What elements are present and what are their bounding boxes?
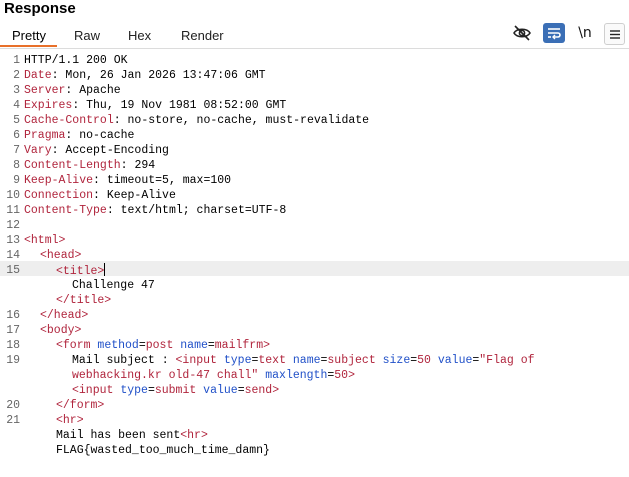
line-number: 8 bbox=[13, 159, 20, 172]
title-open-tag: <title> bbox=[56, 265, 105, 278]
line-number: 3 bbox=[13, 84, 20, 97]
header-key: Vary bbox=[24, 144, 52, 157]
html-open-tag: <html> bbox=[24, 234, 66, 247]
header-line: Expires: Thu, 19 Nov 1981 08:52:00 GMT bbox=[24, 99, 287, 112]
line-number: 10 bbox=[6, 189, 20, 202]
panel-title: Response bbox=[4, 0, 76, 17]
header-key: Content-Type bbox=[24, 204, 107, 217]
active-tab-indicator bbox=[0, 45, 57, 47]
line-number: 21 bbox=[6, 414, 20, 427]
header-key: Content-Length bbox=[24, 159, 121, 172]
hamburger-menu-icon[interactable] bbox=[604, 23, 625, 45]
header-line: Content-Length: 294 bbox=[24, 159, 156, 172]
header-key: Expires bbox=[24, 99, 73, 112]
input-subject-line: Mail subject : <input type=text name=sub… bbox=[72, 354, 535, 367]
header-value: no-store, no-cache, must-revalidate bbox=[127, 114, 370, 127]
line-number: 16 bbox=[6, 309, 20, 322]
line-number: 15 bbox=[6, 264, 20, 277]
header-line: Keep-Alive: timeout=5, max=100 bbox=[24, 174, 232, 187]
header-line: Cache-Control: no-store, no-cache, must-… bbox=[24, 114, 370, 127]
header-line: Connection: Keep-Alive bbox=[24, 189, 176, 202]
mail-sent-line: Mail has been sent<hr> bbox=[56, 429, 208, 442]
flag-text: FLAG{wasted_too_much_time_damn} bbox=[56, 444, 270, 457]
header-key: Pragma bbox=[24, 129, 66, 142]
header-value: text/html; charset=UTF-8 bbox=[120, 204, 287, 217]
input-subject-line-wrap: webhacking.kr old-47 chall" maxlength=50… bbox=[72, 369, 355, 382]
header-line: Content-Type: text/html; charset=UTF-8 bbox=[24, 204, 287, 217]
line-number: 4 bbox=[13, 99, 20, 112]
header-value: Accept-Encoding bbox=[65, 144, 169, 157]
header-value: Keep-Alive bbox=[106, 189, 176, 202]
tabs-divider bbox=[0, 48, 629, 49]
line-number: 1 bbox=[13, 54, 20, 67]
line-number: 7 bbox=[13, 144, 20, 157]
title-close-tag: </title> bbox=[56, 294, 112, 307]
header-key: Keep-Alive bbox=[24, 174, 94, 187]
header-key: Cache-Control bbox=[24, 114, 114, 127]
response-editor[interactable]: 1 2 3 4 5 6 7 8 9 10 11 12 13 14 15 16 1… bbox=[0, 50, 629, 477]
form-open-line: <form method=post name=mailfrm> bbox=[56, 339, 270, 352]
header-value: Thu, 19 Nov 1981 08:52:00 GMT bbox=[86, 99, 287, 112]
line-number: 12 bbox=[6, 219, 20, 232]
header-value: Mon, 26 Jan 2026 13:47:06 GMT bbox=[65, 69, 266, 82]
tab-raw[interactable]: Raw bbox=[74, 28, 100, 43]
line-number: 19 bbox=[6, 354, 20, 367]
line-number: 13 bbox=[6, 234, 20, 247]
line-number: 9 bbox=[13, 174, 20, 187]
line-number: 11 bbox=[6, 204, 20, 217]
line-number: 18 bbox=[6, 339, 20, 352]
body-open-tag: <body> bbox=[40, 324, 82, 337]
header-key: Date bbox=[24, 69, 52, 82]
header-line: Pragma: no-cache bbox=[24, 129, 135, 142]
head-close-tag: </head> bbox=[40, 309, 89, 322]
tab-hex[interactable]: Hex bbox=[128, 28, 151, 43]
tab-render[interactable]: Render bbox=[181, 28, 224, 43]
header-value: 294 bbox=[134, 159, 156, 172]
header-line: Vary: Accept-Encoding bbox=[24, 144, 169, 157]
input-submit-line: <input type=submit value=send> bbox=[72, 384, 280, 397]
line-number: 5 bbox=[13, 114, 20, 127]
line-number: 2 bbox=[13, 69, 20, 82]
line-number: 6 bbox=[13, 129, 20, 142]
header-key: Connection bbox=[24, 189, 94, 202]
header-value: timeout=5, max=100 bbox=[106, 174, 232, 187]
word-wrap-icon[interactable] bbox=[543, 23, 565, 43]
header-line: Server: Apache bbox=[24, 84, 121, 97]
title-text: Challenge 47 bbox=[72, 279, 155, 292]
eye-slash-icon[interactable] bbox=[511, 23, 533, 43]
text-cursor bbox=[104, 263, 106, 276]
header-key: Server bbox=[24, 84, 66, 97]
form-close-tag: </form> bbox=[56, 399, 105, 412]
head-open-tag: <head> bbox=[40, 249, 82, 262]
show-newlines-button[interactable]: \n bbox=[574, 23, 596, 43]
header-value: Apache bbox=[79, 84, 121, 97]
line-number: 20 bbox=[6, 399, 20, 412]
header-line: Date: Mon, 26 Jan 2026 13:47:06 GMT bbox=[24, 69, 266, 82]
hr-tag: <hr> bbox=[56, 414, 84, 427]
line-number: 17 bbox=[6, 324, 20, 337]
line-number: 14 bbox=[6, 249, 20, 262]
view-tabs: Pretty Raw Hex Render bbox=[0, 24, 629, 49]
tab-pretty[interactable]: Pretty bbox=[12, 28, 46, 43]
status-line: HTTP/1.1 200 OK bbox=[24, 54, 128, 67]
header-value: no-cache bbox=[79, 129, 135, 142]
